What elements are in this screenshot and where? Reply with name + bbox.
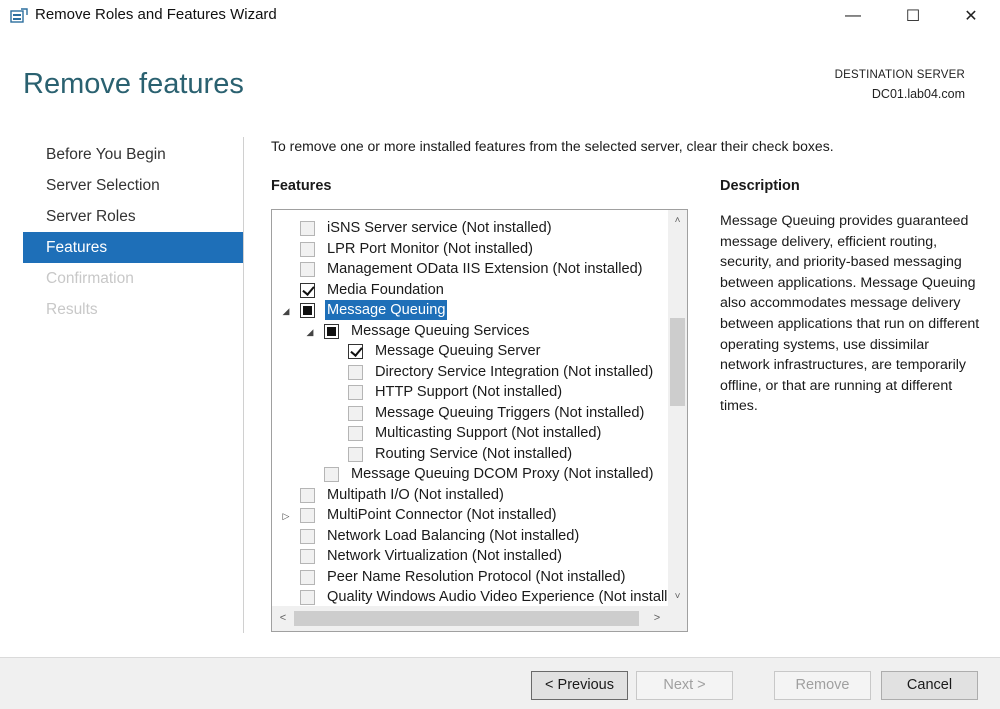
tree-item-label: Directory Service Integration (Not insta… — [375, 363, 654, 380]
tree-item[interactable]: ▷ MultiPoint Connector (Not installed) — [272, 505, 668, 525]
nav-item-server-selection[interactable]: Server Selection — [23, 170, 243, 201]
tree-item[interactable]: Network Load Balancing (Not installed) — [272, 526, 668, 546]
feature-checkbox[interactable] — [300, 262, 315, 277]
tree-item-label: Message Queuing Services — [351, 322, 530, 339]
feature-checkbox[interactable] — [348, 344, 363, 359]
tree-item[interactable]: Multipath I/O (Not installed) — [272, 485, 668, 505]
feature-checkbox[interactable] — [324, 467, 339, 482]
tree-item-label: Message Queuing DCOM Proxy (Not installe… — [351, 466, 654, 482]
tree-item[interactable]: Message Queuing Triggers (Not installed) — [272, 403, 668, 423]
feature-checkbox[interactable] — [300, 282, 315, 298]
tree-item[interactable]: Routing Service (Not installed) — [272, 444, 668, 464]
feature-checkbox[interactable] — [300, 549, 315, 564]
tree-item-label: Multipath I/O (Not installed) — [327, 486, 504, 503]
description-text: Message Queuing provides guaranteed mess… — [720, 213, 980, 415]
tree-item[interactable]: Quality Windows Audio Video Experience (… — [272, 587, 668, 606]
tree-item-label: Routing Service (Not installed) — [375, 445, 573, 462]
next-button[interactable]: Next > — [636, 671, 733, 700]
remove-button[interactable]: Remove — [774, 671, 871, 700]
tree-item-label: Multicasting Support (Not installed) — [375, 425, 602, 441]
nav-item-before-you-begin[interactable]: Before You Begin — [23, 139, 243, 170]
features-tree-list: iSNS Server service (Not installed) LPR P… — [272, 210, 668, 606]
tree-item-label: Management OData IIS Extension (Not inst… — [327, 261, 643, 277]
page-title: Remove features — [23, 68, 244, 100]
feature-checkbox[interactable] — [300, 221, 315, 236]
tree-item-label: Message Queuing Server — [375, 343, 541, 359]
features-heading: Features — [271, 178, 332, 194]
feature-checkbox[interactable] — [300, 590, 315, 605]
scroll-up-icon[interactable]: ˄ — [668, 212, 687, 229]
wizard-navigation: Before You Begin Server Selection Server… — [23, 139, 243, 325]
horizontal-scrollbar[interactable]: < > — [272, 606, 668, 631]
tree-item-label: Message Queuing Triggers (Not installed) — [375, 404, 645, 421]
feature-checkbox[interactable] — [348, 446, 363, 462]
nav-item-features[interactable]: Features — [23, 232, 243, 263]
close-icon: ✕ — [964, 8, 978, 25]
maximize-button[interactable]: ☐ — [890, 0, 936, 32]
vertical-scrollbar[interactable]: ˄ ˅ — [668, 210, 687, 606]
feature-checkbox[interactable] — [300, 508, 315, 523]
close-button[interactable]: ✕ — [948, 0, 994, 32]
tree-item-label: iSNS Server service (Not installed) — [327, 220, 552, 236]
minimize-icon: — — [845, 7, 861, 24]
tree-item[interactable]: ◢ Message Queuing — [272, 300, 668, 320]
server-manager-icon — [10, 8, 28, 23]
tree-item-label: Message Queuing — [325, 300, 448, 320]
tree-item-label: Media Foundation — [327, 281, 444, 298]
tree-item[interactable]: Network Virtualization (Not installed) — [272, 546, 668, 566]
feature-checkbox[interactable] — [300, 303, 315, 318]
tree-item[interactable]: Directory Service Integration (Not insta… — [272, 362, 668, 382]
features-tree[interactable]: iSNS Server service (Not installed) LPR P… — [271, 209, 688, 632]
nav-item-confirmation: Confirmation — [46, 270, 134, 287]
nav-divider — [243, 137, 244, 633]
description-heading: Description — [720, 178, 800, 194]
minimize-button[interactable]: — — [830, 0, 876, 32]
tree-item[interactable]: Media Foundation — [272, 280, 668, 300]
tree-item-label: Peer Name Resolution Protocol (Not insta… — [327, 568, 626, 585]
feature-checkbox[interactable] — [324, 323, 339, 339]
tree-item-label: LPR Port Monitor (Not installed) — [327, 240, 534, 257]
cancel-button[interactable]: Cancel — [881, 671, 978, 700]
feature-checkbox[interactable] — [300, 528, 315, 544]
collapse-arrow-icon[interactable]: ◢ — [281, 305, 291, 317]
tree-item[interactable]: Message Queuing DCOM Proxy (Not installe… — [272, 464, 668, 484]
nav-item-server-roles[interactable]: Server Roles — [23, 201, 243, 232]
vertical-scroll-thumb[interactable] — [670, 318, 685, 406]
scroll-right-icon[interactable]: > — [648, 606, 666, 631]
tree-item-label: Quality Windows Audio Video Experience (… — [327, 589, 668, 605]
title-bar: Remove Roles and Features Wizard — ☐ ✕ — [0, 0, 1000, 32]
destination-server-label: DESTINATION SERVER — [834, 69, 965, 81]
maximize-icon: ☐ — [905, 8, 921, 25]
tree-item-label: HTTP Support (Not installed) — [375, 384, 563, 400]
tree-item[interactable]: Management OData IIS Extension (Not inst… — [272, 259, 668, 279]
feature-checkbox[interactable] — [300, 241, 315, 257]
scroll-down-icon[interactable]: ˅ — [668, 588, 687, 605]
tree-item[interactable]: Peer Name Resolution Protocol (Not insta… — [272, 567, 668, 587]
tree-item[interactable]: HTTP Support (Not installed) — [272, 382, 668, 402]
collapse-arrow-icon[interactable]: ◢ — [305, 326, 315, 338]
feature-checkbox[interactable] — [348, 426, 363, 441]
scroll-left-icon[interactable]: < — [274, 606, 292, 631]
tree-item-label: Network Virtualization (Not installed) — [327, 548, 562, 564]
expand-arrow-icon[interactable]: ▷ — [281, 510, 291, 522]
feature-checkbox[interactable] — [348, 385, 363, 400]
nav-item-results: Results — [46, 301, 98, 318]
instruction-text: To remove one or more installed features… — [271, 138, 834, 154]
window-title: Remove Roles and Features Wizard — [35, 6, 277, 23]
feature-checkbox[interactable] — [300, 487, 315, 503]
tree-item[interactable]: Message Queuing Server — [272, 341, 668, 361]
feature-checkbox[interactable] — [348, 405, 363, 421]
tree-item[interactable]: iSNS Server service (Not installed) — [272, 218, 668, 238]
tree-item-label: MultiPoint Connector (Not installed) — [327, 507, 557, 523]
feature-checkbox[interactable] — [300, 569, 315, 585]
tree-item[interactable]: ◢ Message Queuing Services — [272, 321, 668, 341]
tree-item[interactable]: LPR Port Monitor (Not installed) — [272, 239, 668, 259]
scrollbar-corner — [668, 606, 687, 631]
previous-button[interactable]: < Previous — [531, 671, 628, 700]
feature-checkbox[interactable] — [348, 364, 363, 380]
destination-server-name: DC01.lab04.com — [871, 87, 965, 101]
horizontal-scroll-thumb[interactable] — [294, 611, 639, 626]
tree-item-label: Network Load Balancing (Not installed) — [327, 527, 580, 544]
tree-item[interactable]: Multicasting Support (Not installed) — [272, 423, 668, 443]
